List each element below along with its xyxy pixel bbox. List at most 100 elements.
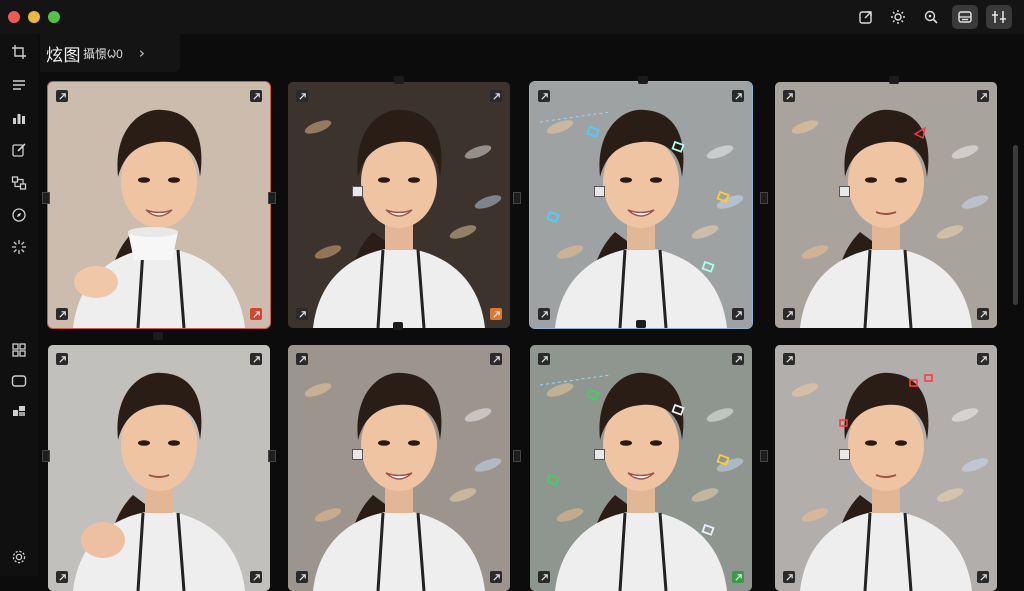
card-menu-button[interactable]: [250, 353, 262, 365]
sidebar-list-button[interactable]: [9, 75, 29, 95]
card-link-button[interactable]: [783, 571, 795, 583]
check-icon: [540, 355, 548, 363]
sidebar-sparkle-button[interactable]: [9, 237, 29, 257]
maximize-window-button[interactable]: [48, 11, 60, 23]
image-card[interactable]: [775, 345, 997, 591]
image-card[interactable]: [775, 82, 997, 328]
image-card[interactable]: [47, 81, 271, 329]
card-link-button[interactable]: [538, 571, 550, 583]
connector-handle[interactable]: [42, 450, 50, 462]
resize-handle[interactable]: [594, 449, 605, 460]
connector-handle[interactable]: [268, 450, 276, 462]
card-menu-button[interactable]: [490, 353, 502, 365]
vertical-scrollbar[interactable]: [1013, 145, 1018, 305]
card-link-button[interactable]: [56, 308, 68, 320]
link-icon: [540, 573, 548, 581]
card-action-button[interactable]: [977, 571, 989, 583]
image-card[interactable]: [288, 345, 510, 591]
link-icon: [785, 573, 793, 581]
zoom-button[interactable]: [918, 5, 944, 29]
expand-icon: [492, 355, 500, 363]
wand-icon: [252, 310, 260, 318]
card-action-button[interactable]: [490, 308, 502, 320]
magic-button[interactable]: [986, 5, 1012, 29]
connector-pin[interactable]: [636, 320, 646, 328]
crop-icon: [12, 45, 26, 59]
card-action-button[interactable]: [977, 308, 989, 320]
sidebar-blocks-button[interactable]: [9, 401, 29, 421]
connector-pin[interactable]: [889, 76, 899, 84]
link-icon: [785, 310, 793, 318]
resize-handle[interactable]: [594, 186, 605, 197]
card-menu-button[interactable]: [977, 353, 989, 365]
nodes-icon: [11, 176, 27, 190]
connector-handle[interactable]: [42, 192, 50, 204]
image-card[interactable]: [288, 82, 510, 328]
card-select-toggle[interactable]: [538, 353, 550, 365]
connector-handle[interactable]: [513, 192, 521, 204]
check-icon: [298, 92, 306, 100]
sidebar-compass-button[interactable]: [9, 205, 29, 225]
card-select-toggle[interactable]: [296, 353, 308, 365]
close-window-button[interactable]: [8, 11, 20, 23]
settings-gear-icon: [891, 10, 905, 24]
card-menu-button[interactable]: [490, 90, 502, 102]
card-select-toggle[interactable]: [56, 353, 68, 365]
image-card[interactable]: [529, 81, 753, 329]
resize-handle[interactable]: [839, 449, 850, 460]
card-action-button[interactable]: [490, 571, 502, 583]
resize-handle[interactable]: [839, 186, 850, 197]
card-select-toggle[interactable]: [296, 90, 308, 102]
card-action-button[interactable]: [732, 308, 744, 320]
sidebar-settings-button[interactable]: [9, 547, 29, 567]
sidebar-edit-button[interactable]: [9, 140, 29, 160]
sparkle-icon: [12, 240, 26, 254]
card-action-button[interactable]: [250, 308, 262, 320]
sidebar-nodes-button[interactable]: [9, 173, 29, 193]
card-select-toggle[interactable]: [783, 353, 795, 365]
image-card[interactable]: [530, 345, 752, 591]
export-button[interactable]: [853, 5, 879, 29]
connector-handle[interactable]: [513, 450, 521, 462]
connector-handle[interactable]: [760, 192, 768, 204]
card-select-toggle[interactable]: [56, 90, 68, 102]
resize-handle[interactable]: [352, 449, 363, 460]
resize-handle[interactable]: [352, 186, 363, 197]
card-link-button[interactable]: [296, 308, 308, 320]
blocks-icon: [13, 406, 25, 416]
sidebar-frame-button[interactable]: [9, 371, 29, 391]
connector-handle[interactable]: [268, 192, 276, 204]
wand-icon: [492, 573, 500, 581]
settings-button[interactable]: [885, 5, 911, 29]
card-link-button[interactable]: [56, 571, 68, 583]
card-menu-button[interactable]: [977, 90, 989, 102]
card-action-button[interactable]: [732, 571, 744, 583]
expand-icon: [252, 355, 260, 363]
card-menu-button[interactable]: [250, 90, 262, 102]
sidebar-chart-button[interactable]: [9, 108, 29, 128]
connector-handle[interactable]: [760, 450, 768, 462]
card-link-button[interactable]: [538, 308, 550, 320]
connector-pin[interactable]: [638, 76, 648, 84]
connector-pin[interactable]: [153, 332, 163, 340]
layout-button[interactable]: [952, 5, 978, 29]
breadcrumb-chevron-icon[interactable]: ›: [139, 44, 145, 62]
card-action-button[interactable]: [250, 571, 262, 583]
connector-pin[interactable]: [394, 76, 404, 84]
sidebar-grid-button[interactable]: [9, 340, 29, 360]
card-link-button[interactable]: [783, 308, 795, 320]
expand-icon: [252, 92, 260, 100]
wand-icon: [492, 310, 500, 318]
link-icon: [540, 310, 548, 318]
image-card[interactable]: [48, 345, 270, 591]
card-select-toggle[interactable]: [783, 90, 795, 102]
card-select-toggle[interactable]: [538, 90, 550, 102]
portrait-image: [530, 345, 752, 591]
compass-icon: [12, 208, 26, 222]
sidebar-crop-button[interactable]: [9, 42, 29, 62]
minimize-window-button[interactable]: [28, 11, 40, 23]
connector-pin[interactable]: [393, 322, 403, 330]
card-menu-button[interactable]: [732, 353, 744, 365]
card-link-button[interactable]: [296, 571, 308, 583]
card-menu-button[interactable]: [732, 90, 744, 102]
